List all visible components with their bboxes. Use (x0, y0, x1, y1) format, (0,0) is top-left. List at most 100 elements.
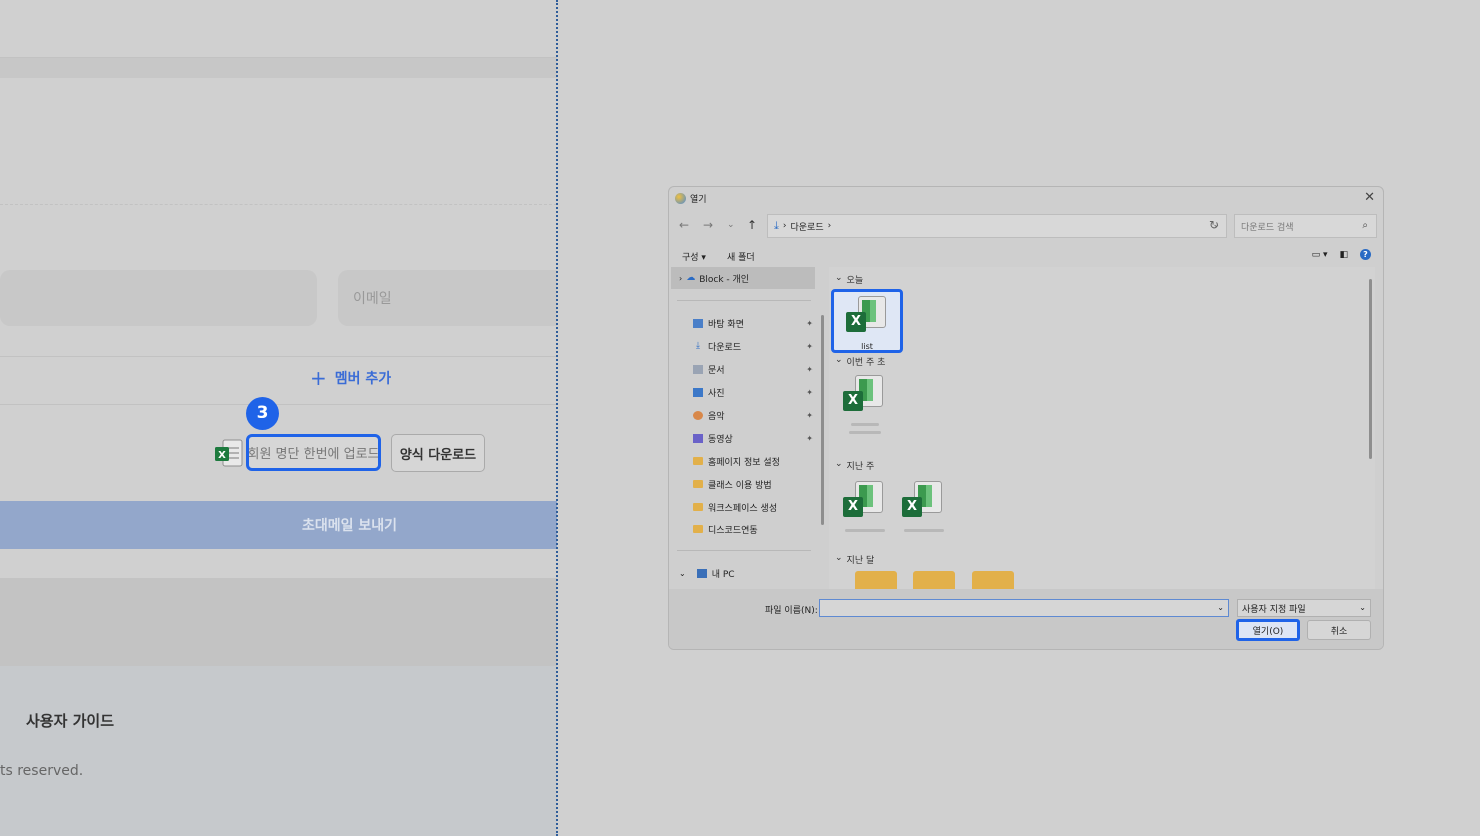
pin-icon: ✦ (806, 387, 813, 397)
desktop-icon (693, 318, 703, 328)
chevron-down-icon: ⌄ (679, 568, 686, 578)
group-header-this-week[interactable]: ⌄ 이번 주 초 (835, 355, 885, 368)
copyright-text: ts reserved. (0, 763, 84, 779)
sidebar-item-desktop[interactable]: 바탕 화면 ✦ (693, 314, 815, 332)
blurred-file-name (849, 431, 881, 434)
divider (0, 356, 557, 357)
sidebar-item-folder[interactable]: 디스코드연동 (693, 520, 815, 538)
excel-file-icon: X (841, 373, 885, 417)
folder-icon[interactable] (913, 571, 955, 589)
add-member-button[interactable]: + 멤버 추가 (310, 368, 391, 388)
sidebar-item-documents[interactable]: 문서 ✦ (693, 360, 815, 378)
chevron-right-icon: › (679, 273, 683, 283)
blurred-file-name (904, 529, 944, 532)
file-item-selected[interactable]: X list (831, 289, 903, 353)
refresh-icon[interactable]: ↻ (1209, 218, 1219, 232)
file-item[interactable]: X (831, 371, 903, 435)
open-button[interactable]: 열기(O) (1236, 619, 1300, 641)
email-field-placeholder: 이메일 (353, 291, 392, 307)
sidebar-item-label: 클래스 이용 방법 (708, 480, 772, 491)
chevron-down-icon: ⌄ (835, 273, 843, 283)
filetype-value: 사용자 지정 파일 (1242, 604, 1306, 615)
recent-chevron-icon[interactable]: ⌄ (727, 220, 735, 230)
dialog-title: 열기 (690, 194, 707, 205)
sidebar-item-folder[interactable]: 클래스 이용 방법 (693, 475, 815, 493)
divider (677, 300, 811, 301)
excel-file-icon: X (841, 479, 885, 523)
chevron-down-icon: ⌄ (835, 459, 843, 469)
group-header-today[interactable]: ⌄ 오늘 (835, 273, 863, 286)
address-bar[interactable]: ⤓ › 다운로드 › ⌄ (767, 214, 1227, 238)
add-member-label: 멤버 추가 (334, 371, 392, 387)
sidebar-item-label: 사진 (708, 388, 725, 399)
excel-icon: X (215, 439, 243, 467)
close-icon[interactable]: ✕ (1364, 190, 1375, 205)
name-field[interactable] (0, 270, 317, 326)
group-label: 오늘 (846, 276, 864, 286)
send-invite-button[interactable]: 초대메일 보내기 (0, 501, 557, 549)
new-folder-button[interactable]: 새 폴더 (727, 250, 755, 263)
back-arrow-icon[interactable]: ← (679, 218, 689, 232)
filename-input[interactable]: ⌄ (819, 599, 1229, 617)
sidebar-item-videos[interactable]: 동영상 ✦ (693, 429, 815, 447)
navigation-bar: ← → ⌄ ↑ ⤓ › 다운로드 › ⌄ ↻ 다운로드 검색 ⌕ (669, 213, 1383, 239)
file-list-scrollbar[interactable] (1369, 279, 1372, 459)
filename-label: 파일 이름(N): (765, 606, 818, 616)
sidebar-item-label: 디스코드연동 (708, 525, 758, 536)
plus-icon: + (310, 366, 327, 390)
folder-icon[interactable] (855, 571, 897, 589)
chevron-down-icon: ⌄ (1359, 603, 1366, 612)
sidebar-item-this-pc[interactable]: ⌄ 내 PC (679, 564, 801, 582)
sidebar-item-folder[interactable]: 워크스페이스 생성 (693, 498, 815, 516)
file-name: list (861, 342, 873, 351)
group-label: 지난 주 (846, 462, 875, 472)
email-field[interactable]: 이메일 (338, 270, 557, 326)
pin-icon: ✦ (806, 341, 813, 351)
chevron-down-icon[interactable]: ⌄ (1217, 603, 1224, 612)
dashed-divider (0, 204, 557, 205)
sidebar-item-pictures[interactable]: 사진 ✦ (693, 383, 815, 401)
excel-file-icon: X (900, 479, 944, 523)
folder-icon[interactable] (972, 571, 1014, 589)
dialog-footer: 파일 이름(N): ⌄ 사용자 지정 파일 ⌄ 열기(O) 취소 (669, 589, 1383, 649)
folder-icon (693, 480, 703, 488)
sidebar-scrollbar[interactable] (821, 315, 824, 525)
pin-icon: ✦ (806, 433, 813, 443)
sidebar-item-folder[interactable]: 홈페이지 정보 설정 (693, 452, 815, 470)
user-guide-link[interactable]: 사용자 가이드 (26, 710, 114, 731)
group-header-last-week[interactable]: ⌄ 지난 주 (835, 459, 874, 472)
footer (0, 666, 557, 836)
cancel-button[interactable]: 취소 (1307, 620, 1371, 640)
blurred-file-name (845, 529, 885, 532)
group-header-last-month[interactable]: ⌄ 지난 달 (835, 553, 874, 566)
divider (0, 404, 557, 405)
pin-icon: ✦ (806, 318, 813, 328)
help-icon[interactable]: ? (1360, 249, 1371, 260)
sidebar-item-label: 내 PC (711, 569, 735, 580)
view-options-icon[interactable]: ▭ ▾ (1312, 250, 1328, 260)
breadcrumb-downloads[interactable]: 다운로드 (790, 220, 823, 233)
dialog-titlebar[interactable]: 열기 ✕ (669, 187, 1383, 209)
computer-icon (696, 568, 707, 578)
search-input[interactable]: 다운로드 검색 ⌕ (1234, 214, 1377, 238)
preview-pane-icon[interactable]: ◧ (1339, 250, 1348, 260)
panel-divider (556, 0, 558, 836)
sidebar-item-onedrive[interactable]: › ☁ Block - 개인 (671, 267, 815, 289)
sidebar-item-label: 문서 (708, 365, 725, 376)
forward-arrow-icon[interactable]: → (703, 218, 713, 232)
sidebar-item-downloads[interactable]: ⤓ 다운로드 ✦ (693, 337, 815, 355)
organize-button[interactable]: 구성 ▾ (682, 250, 706, 263)
divider (677, 550, 811, 551)
group-label: 이번 주 초 (846, 358, 886, 368)
filetype-select[interactable]: 사용자 지정 파일 ⌄ (1237, 599, 1371, 617)
pin-icon: ✦ (806, 410, 813, 420)
file-list: ⌄ 오늘 X list ⌄ 이번 주 초 X ⌄ 지난 주 X X ⌄ 지난 달 (829, 267, 1375, 589)
sidebar-item-music[interactable]: 음악 ✦ (693, 406, 815, 424)
file-item[interactable]: X (890, 477, 962, 541)
download-icon: ⤓ (774, 219, 779, 232)
bulk-upload-button[interactable]: 회원 명단 한번에 업로드 (246, 434, 381, 471)
blurred-file-name (851, 423, 879, 426)
template-download-button[interactable]: 양식 다운로드 (391, 434, 485, 472)
search-icon: ⌕ (1362, 220, 1368, 231)
up-arrow-icon[interactable]: ↑ (747, 218, 757, 232)
